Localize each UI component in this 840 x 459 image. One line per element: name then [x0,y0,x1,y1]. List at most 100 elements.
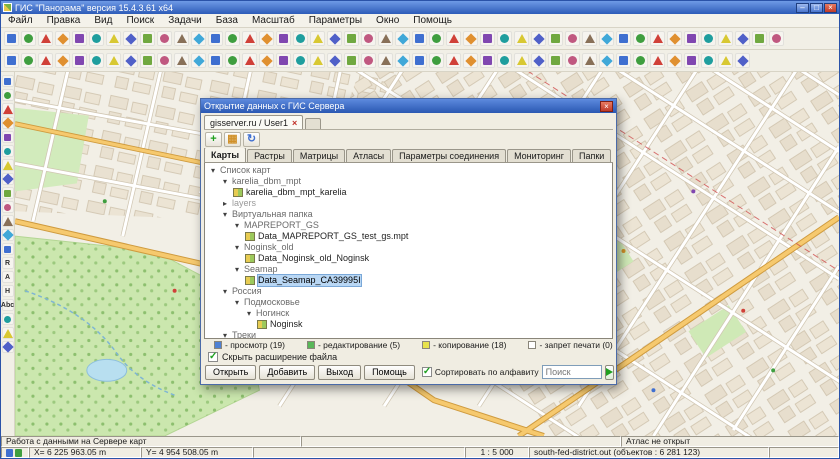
zoom-extent-button[interactable] [327,31,342,46]
select-object-button[interactable] [259,31,274,46]
label-tool-button[interactable] [2,243,14,255]
move-object-button[interactable] [123,53,138,68]
tree-item[interactable]: ▸layers [205,198,612,209]
paste-button[interactable] [225,31,240,46]
letter-r-tool-button[interactable]: R [2,257,14,269]
import-button[interactable] [140,31,155,46]
tree-item[interactable]: ▾Seamap [205,264,612,275]
dialog-tab-Атласы[interactable]: Атласы [346,149,391,162]
undo-button[interactable] [157,31,172,46]
collapse-icon[interactable]: ▾ [245,309,253,319]
new-connection-tab-stub[interactable] [305,118,321,129]
tree-item[interactable]: ▾Noginsk_old [205,242,612,253]
3d-view-button[interactable] [599,53,614,68]
chart-button[interactable] [531,31,546,46]
symbol-tool-button[interactable] [2,313,14,325]
dialog-tab-Параметры соединения[interactable]: Параметры соединения [392,149,506,162]
eraser-tool-button[interactable] [2,145,14,157]
dialog-tab-Мониторинг[interactable]: Мониторинг [507,149,571,162]
tree-item[interactable]: Data_MAPREPORT_GS_test_gs.mpt [205,231,612,242]
collapse-icon[interactable]: ▾ [221,287,229,297]
menu-item-8[interactable]: Окно [369,14,406,28]
projection-button[interactable] [565,53,580,68]
copy-button[interactable] [208,31,223,46]
open-data-icon[interactable]: ▦ [224,132,241,147]
create-text-button[interactable] [599,31,614,46]
screenshot-button[interactable] [684,53,699,68]
close-button[interactable]: × [824,3,837,13]
expand-icon[interactable]: ▸ [221,199,229,209]
statistics-button[interactable] [463,53,478,68]
tree-item[interactable]: ▾Подмосковье [205,297,612,308]
line-tool-button[interactable] [2,215,14,227]
map-canvas[interactable]: Открытие данных с ГИС Сервера × gisserve… [15,72,839,436]
polygon-tool-button[interactable] [2,229,14,241]
tree-item[interactable]: ▾MAPREPORT_GS [205,220,612,231]
fly-mode-button[interactable] [616,53,631,68]
previous-view-button[interactable] [344,31,359,46]
layers-tool-button[interactable] [2,327,14,339]
coordinate-system-button[interactable] [548,53,563,68]
letter-a-tool-button[interactable]: A [2,271,14,283]
union-button[interactable] [429,53,444,68]
collapse-icon[interactable]: ▾ [221,177,229,187]
options-button[interactable] [735,53,750,68]
units-icon[interactable] [15,449,22,457]
create-point-button[interactable] [548,31,563,46]
gps-button[interactable] [667,31,682,46]
maximize-button[interactable]: □ [810,3,823,13]
intersect-button[interactable] [412,53,427,68]
snap-button[interactable] [225,53,240,68]
import-data-button[interactable] [531,53,546,68]
settings-tool-button[interactable] [2,341,14,353]
collapse-icon[interactable]: ▾ [221,331,229,340]
video-button[interactable] [650,53,665,68]
tree-item[interactable]: Data_Seamap_CA39995I [205,275,612,286]
layer-down-button[interactable] [55,53,70,68]
collapse-icon[interactable]: ▾ [221,210,229,220]
tree-item[interactable]: ▾Треки [205,330,612,339]
select-tool-button[interactable] [2,75,14,87]
dialog-tab-Растры[interactable]: Растры [247,149,292,162]
legend-button[interactable] [446,31,461,46]
recent-button[interactable] [106,31,121,46]
search-input[interactable] [542,365,602,379]
save-button[interactable] [38,31,53,46]
scale-settings-button[interactable] [497,31,512,46]
minimize-button[interactable]: – [796,3,809,13]
new-map-button[interactable] [4,31,19,46]
tree-item[interactable]: ▾karelia_dbm_mpt [205,176,612,187]
magnet-tool-button[interactable] [2,173,14,185]
delete-object-button[interactable] [106,53,121,68]
layers-button[interactable] [429,31,444,46]
database-button[interactable] [89,31,104,46]
copy-object-button[interactable] [174,53,189,68]
vertex-edit-button[interactable] [242,53,257,68]
open-button[interactable]: Открыть [205,365,256,380]
collapse-icon[interactable]: ▾ [233,221,241,231]
add-button[interactable]: Добавить [259,365,315,380]
settings-button[interactable] [752,31,767,46]
menu-item-3[interactable]: Поиск [119,14,161,28]
open-gis-server-button[interactable] [72,31,87,46]
menu-item-1[interactable]: Правка [40,14,88,28]
route-button[interactable] [684,31,699,46]
units-button[interactable] [582,53,597,68]
topology-button[interactable] [208,53,223,68]
dialog-titlebar[interactable]: Открытие данных с ГИС Сервера × [201,99,616,113]
refresh-button[interactable] [735,31,750,46]
north-arrow-button[interactable] [701,31,716,46]
find-object-button[interactable] [412,31,427,46]
redo-button[interactable] [174,31,189,46]
cut-button[interactable] [191,31,206,46]
table-button[interactable] [514,31,529,46]
exit-button[interactable]: Выход [318,365,361,380]
menu-item-5[interactable]: База [209,14,245,28]
report-button[interactable] [480,53,495,68]
group-button[interactable] [293,53,308,68]
abc-tool-button[interactable]: Abc [2,299,14,311]
zoom-box-tool-button[interactable] [2,103,14,115]
create-polygon-button[interactable] [582,31,597,46]
apply-search-button[interactable] [605,365,614,380]
grid-button[interactable] [480,31,495,46]
